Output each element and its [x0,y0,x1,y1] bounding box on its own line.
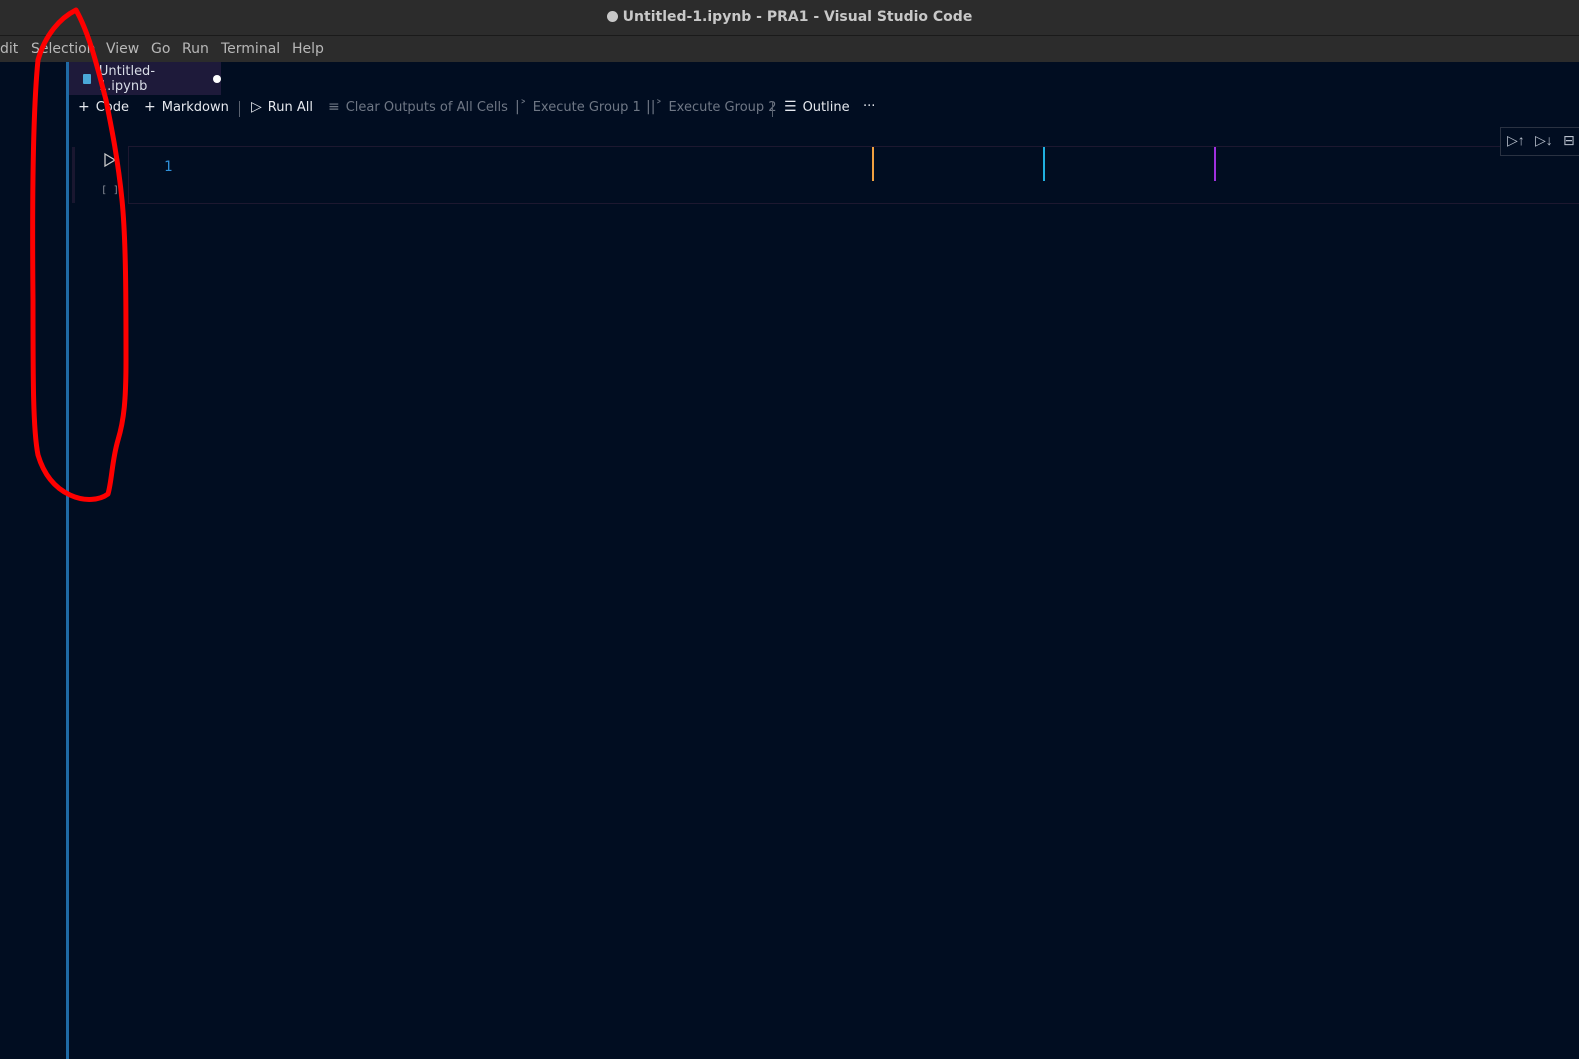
unsaved-dot-icon [606,11,618,22]
menu-bar: dit Selection View Go Run Terminal Help [0,36,1579,62]
run-all-icon: ▷ [251,99,262,115]
execute-group-1-label: Execute Group 1 [532,99,641,115]
ruler-line-3 [1214,147,1216,181]
ruler-line-1 [872,147,874,181]
plus-icon: + [78,99,90,115]
side-panel [0,62,66,1059]
window-title: Untitled-1.ipynb - PRA1 - Visual Studio … [0,9,1579,25]
add-markdown-cell-button[interactable]: + Markdown [144,99,229,115]
cell-toolbar: ▷↑ ▷↓ ⊟ [1500,127,1579,156]
execute-group-2-button[interactable]: ||˃ Execute Group 2 [646,99,777,115]
add-code-cell-button[interactable]: + Code [78,99,129,115]
plus-icon: + [144,99,156,115]
execute-group-1-button[interactable]: |˃ Execute Group 1 [515,99,641,115]
execute-group-icon: |˃ [515,99,527,115]
run-below-icon[interactable]: ▷↓ [1535,132,1553,149]
clear-all-icon: ≡ [328,99,340,115]
notebook-icon [83,73,91,84]
run-all-button[interactable]: ▷ Run All [251,99,313,115]
clear-outputs-label: Clear Outputs of All Cells [345,99,508,115]
outline-button[interactable]: ☰ Outline [784,99,850,115]
run-all-label: Run All [267,99,313,115]
run-above-icon[interactable]: ▷↑ [1507,132,1525,149]
cell-focus-indicator [72,147,75,203]
menu-terminal[interactable]: Terminal [221,41,280,57]
editor-group-border [66,62,69,1059]
more-actions-button[interactable]: ··· [863,99,875,114]
menu-view[interactable]: View [106,41,139,57]
tab-untitled-1[interactable]: Untitled-1.ipynb [69,62,221,95]
add-markdown-label: Markdown [161,99,229,115]
execution-count: [ ] [101,185,120,196]
notebook-toolbar: + Code + Markdown ▷ Run All ≡ Clear Outputs … [69,95,1579,123]
title-bar: Untitled-1.ipynb - PRA1 - Visual Studio … [0,0,1579,36]
tab-bar: Untitled-1.ipynb [69,62,1579,95]
outline-label: Outline [802,99,850,115]
menu-edit[interactable]: dit [0,41,18,57]
modified-dot-icon[interactable] [213,74,221,83]
menu-help[interactable]: Help [292,41,324,57]
toolbar-separator [772,101,773,117]
split-cell-icon[interactable]: ⊟ [1563,132,1575,149]
list-icon: ☰ [784,99,797,115]
window-title-text: Untitled-1.ipynb - PRA1 - Visual Studio … [622,9,973,25]
ruler-line-2 [1043,147,1045,181]
add-code-label: Code [95,99,130,115]
menu-selection[interactable]: Selection [31,41,96,57]
menu-go[interactable]: Go [151,41,170,57]
code-cell-editor[interactable] [128,146,1579,204]
run-cell-icon[interactable] [103,152,117,168]
toolbar-separator [239,101,240,117]
execute-group-2-label: Execute Group 2 [668,99,777,115]
clear-outputs-button[interactable]: ≡ Clear Outputs of All Cells [328,99,508,115]
menu-run[interactable]: Run [182,41,209,57]
line-number: 1 [164,159,173,175]
tab-label: Untitled-1.ipynb [98,63,156,94]
execute-group-icon: ||˃ [646,99,663,115]
